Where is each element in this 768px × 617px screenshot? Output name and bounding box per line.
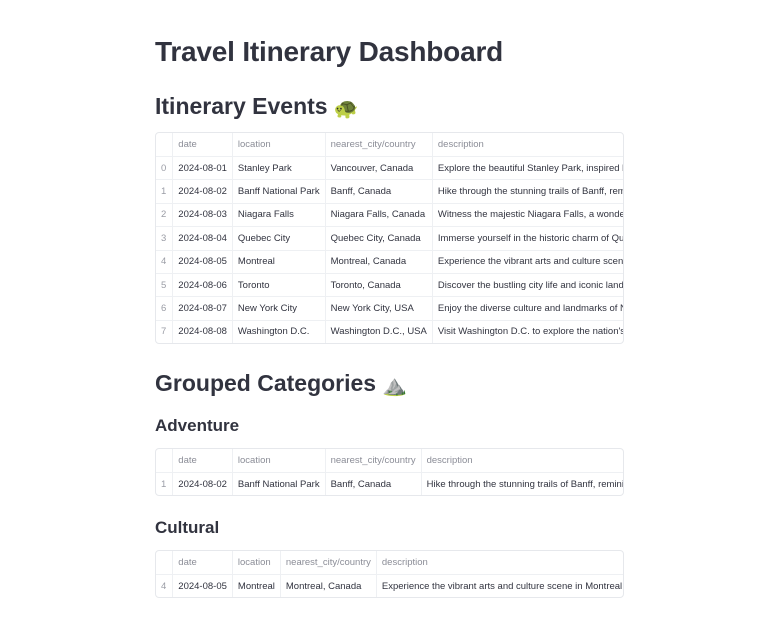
group-heading-adventure: Adventure bbox=[155, 416, 240, 435]
turtle-icon: 🐢 bbox=[333, 98, 359, 120]
table-cell[interactable]: Experience the vibrant arts and culture … bbox=[376, 574, 623, 598]
column-header[interactable]: location bbox=[232, 551, 281, 575]
table-cell[interactable]: Stanley Park bbox=[232, 156, 326, 181]
table-row[interactable]: 1 2024-08-02 Banff National Park Banff, Can… bbox=[156, 179, 623, 204]
row-index-cell[interactable]: 3 bbox=[156, 226, 174, 251]
table-cell[interactable]: Niagara Falls, Canada bbox=[325, 203, 433, 228]
table-cell[interactable]: Toronto, Canada bbox=[325, 273, 433, 298]
table-row[interactable]: 1 2024-08-02 Banff National Park Banff, Can… bbox=[156, 472, 623, 496]
adventure-table[interactable]: date location nearest_city/country descript… bbox=[155, 448, 624, 497]
table-cell[interactable]: Banff, Canada bbox=[325, 472, 422, 496]
column-header[interactable]: nearest_city/country bbox=[325, 449, 422, 473]
table-row[interactable]: 3 2024-08-04 Quebec City Quebec City, Canad… bbox=[156, 226, 623, 251]
column-header[interactable]: location bbox=[232, 449, 326, 473]
column-header[interactable]: nearest_city/country bbox=[280, 551, 377, 575]
table-cell[interactable]: Discover the bustling city life and icon… bbox=[432, 273, 623, 298]
column-header[interactable]: date bbox=[172, 133, 233, 157]
table-cell[interactable]: Enjoy the diverse culture and landmarks … bbox=[432, 296, 623, 321]
page-title: Travel Itinerary Dashboard bbox=[155, 36, 504, 67]
table-row[interactable]: 5 2024-08-06 Toronto Toronto, Canada Discove… bbox=[156, 273, 623, 298]
table-cell[interactable]: 2024-08-04 bbox=[172, 226, 233, 251]
row-index-cell[interactable]: 7 bbox=[156, 320, 174, 344]
table-cell[interactable]: Washington D.C., USA bbox=[325, 320, 433, 344]
table-cell[interactable]: Experience the vibrant arts and culture … bbox=[432, 250, 623, 274]
row-index-cell[interactable]: 5 bbox=[156, 273, 174, 298]
table-cell[interactable]: Washington D.C. bbox=[232, 320, 326, 344]
row-index-cell[interactable]: 4 bbox=[156, 250, 174, 274]
table-header-row: date location nearest_city/country descript… bbox=[156, 449, 623, 473]
table-cell[interactable]: Quebec City, Canada bbox=[325, 226, 433, 251]
table-cell[interactable]: Montreal, Canada bbox=[325, 250, 433, 274]
table-cell[interactable]: Montreal, Canada bbox=[280, 574, 377, 598]
table-cell[interactable]: 2024-08-08 bbox=[172, 320, 233, 344]
table-cell[interactable]: Hike through the stunning trails of Banf… bbox=[432, 179, 623, 204]
column-header[interactable]: description bbox=[421, 449, 623, 473]
table-row[interactable]: 6 2024-08-07 New York City New York City, U… bbox=[156, 296, 623, 321]
row-index-cell[interactable]: 6 bbox=[156, 296, 174, 321]
table-row[interactable]: 7 2024-08-08 Washington D.C. Washington D.C… bbox=[156, 320, 623, 344]
table-row[interactable]: 2 2024-08-03 Niagara Falls Niagara Falls, C… bbox=[156, 203, 623, 228]
itinerary-events-table[interactable]: date location nearest_city/country descript… bbox=[155, 132, 624, 345]
column-header[interactable]: date bbox=[172, 449, 233, 473]
table-row[interactable]: 4 2024-08-05 Montreal Montreal, Canada Exper… bbox=[156, 574, 623, 598]
column-header[interactable]: nearest_city/country bbox=[325, 133, 433, 157]
row-index-cell[interactable]: 4 bbox=[156, 574, 174, 598]
index-column-header[interactable] bbox=[156, 449, 174, 473]
table-cell[interactable]: New York City, USA bbox=[325, 296, 433, 321]
table-row[interactable]: 4 2024-08-05 Montreal Montreal, Canada Exper… bbox=[156, 250, 623, 274]
table-cell[interactable]: 2024-08-02 bbox=[172, 179, 233, 204]
table-cell[interactable]: New York City bbox=[232, 296, 326, 321]
table-cell[interactable]: 2024-08-05 bbox=[172, 250, 233, 274]
table-cell[interactable]: 2024-08-03 bbox=[172, 203, 233, 228]
row-index-cell[interactable]: 1 bbox=[156, 472, 174, 496]
table-cell[interactable]: Explore the beautiful Stanley Park, insp… bbox=[432, 156, 623, 181]
table-cell[interactable]: 2024-08-06 bbox=[172, 273, 233, 298]
cultural-table[interactable]: date location nearest_city/country descript… bbox=[155, 550, 624, 599]
table-cell[interactable]: Montreal bbox=[232, 250, 326, 274]
table-cell[interactable]: Visit Washington D.C. to explore the nat… bbox=[432, 320, 623, 344]
table-cell[interactable]: Immerse yourself in the historic charm o… bbox=[432, 226, 623, 251]
table-cell[interactable]: Banff National Park bbox=[232, 179, 326, 204]
table-cell[interactable]: 2024-08-07 bbox=[172, 296, 233, 321]
itinerary-events-heading: Itinerary Events 🐢 bbox=[155, 93, 359, 121]
row-index-cell[interactable]: 0 bbox=[156, 156, 174, 181]
table-header-row: date location nearest_city/country descript… bbox=[156, 133, 623, 157]
table-cell[interactable]: Banff National Park bbox=[232, 472, 326, 496]
table-cell[interactable]: Quebec City bbox=[232, 226, 326, 251]
row-index-cell[interactable]: 1 bbox=[156, 179, 174, 204]
column-header[interactable]: description bbox=[432, 133, 623, 157]
table-row[interactable]: 0 2024-08-01 Stanley Park Vancouver, Canada… bbox=[156, 156, 623, 181]
table-cell[interactable]: Vancouver, Canada bbox=[325, 156, 433, 181]
table-cell[interactable]: Montreal bbox=[232, 574, 281, 598]
column-header[interactable]: description bbox=[376, 551, 623, 575]
grouped-categories-heading: Grouped Categories ⛰️ bbox=[155, 370, 407, 398]
table-cell[interactable]: Toronto bbox=[232, 273, 326, 298]
group-heading-cultural: Cultural bbox=[155, 518, 220, 537]
table-cell[interactable]: Witness the majestic Niagara Falls, a wo… bbox=[432, 203, 623, 228]
table-cell[interactable]: Banff, Canada bbox=[325, 179, 433, 204]
itinerary-events-heading-text: Itinerary Events bbox=[155, 93, 328, 119]
grouped-categories-heading-text: Grouped Categories bbox=[155, 370, 377, 396]
index-column-header[interactable] bbox=[156, 133, 174, 157]
table-cell[interactable]: Niagara Falls bbox=[232, 203, 326, 228]
table-cell[interactable]: 2024-08-01 bbox=[172, 156, 233, 181]
table-cell[interactable]: Hike through the stunning trails of Banf… bbox=[421, 472, 623, 496]
row-index-cell[interactable]: 2 bbox=[156, 203, 174, 228]
column-header[interactable]: date bbox=[172, 551, 233, 575]
table-header-row: date location nearest_city/country descript… bbox=[156, 551, 623, 575]
table-cell[interactable]: 2024-08-05 bbox=[172, 574, 233, 598]
index-column-header[interactable] bbox=[156, 551, 174, 575]
table-cell[interactable]: 2024-08-02 bbox=[172, 472, 233, 496]
column-header[interactable]: location bbox=[232, 133, 326, 157]
mountain-icon: ⛰️ bbox=[382, 375, 408, 397]
